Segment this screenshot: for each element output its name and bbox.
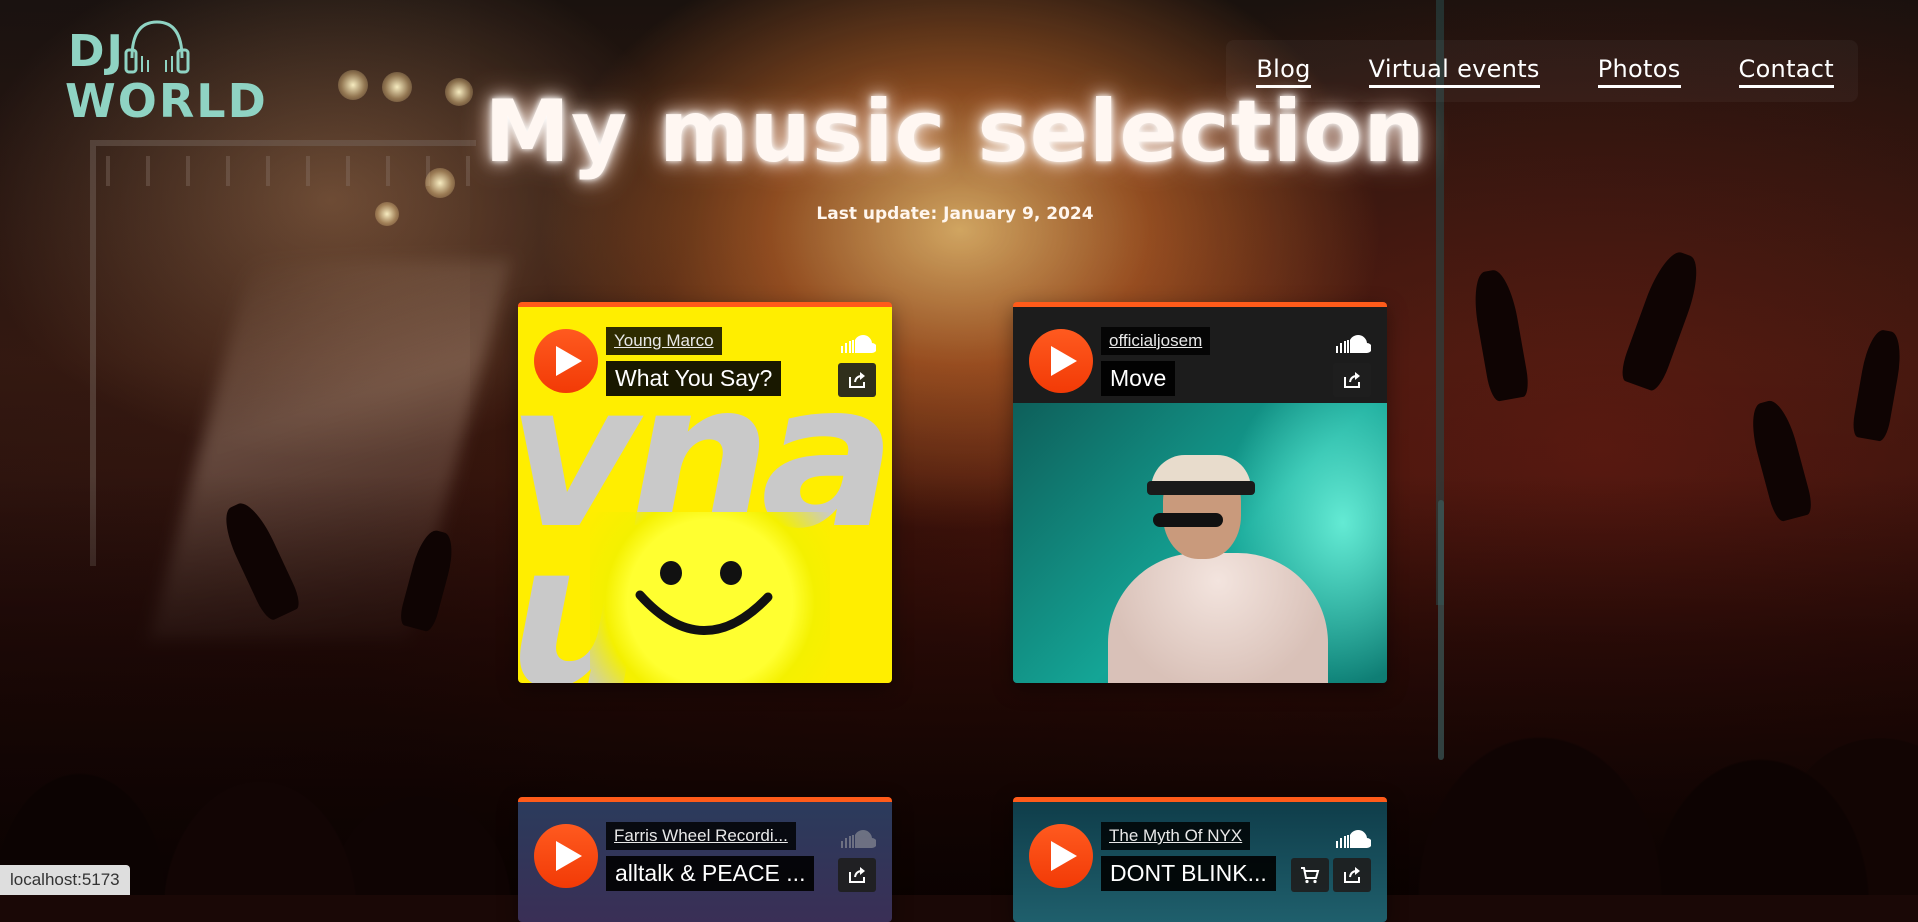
- status-bar-url: localhost:5173: [0, 865, 130, 895]
- share-button[interactable]: [1333, 858, 1371, 892]
- share-icon: [1344, 867, 1360, 883]
- play-icon: [556, 346, 582, 376]
- soundcloud-player-card: officialjosem Move: [1013, 302, 1387, 683]
- share-icon: [849, 867, 865, 883]
- play-button[interactable]: [534, 824, 598, 888]
- smiley-face-icon: [635, 561, 773, 635]
- share-icon: [1344, 372, 1360, 388]
- track-title[interactable]: What You Say?: [606, 361, 782, 396]
- page-title: My music selection: [484, 82, 1426, 182]
- artist-link[interactable]: officialjosem: [1101, 327, 1211, 355]
- soundcloud-icon[interactable]: [840, 335, 876, 355]
- soundcloud-icon[interactable]: [1335, 830, 1371, 850]
- player-header: Farris Wheel Recordi... alltalk & PEACE …: [518, 802, 892, 898]
- play-button[interactable]: [1029, 329, 1093, 393]
- last-update-text: Last update: January 9, 2024: [816, 204, 1094, 224]
- dj-figure-body: [1108, 553, 1328, 683]
- play-icon: [556, 841, 582, 871]
- cart-icon: [1301, 867, 1320, 884]
- track-title[interactable]: alltalk & PEACE ...: [606, 856, 815, 891]
- dj-world-logo[interactable]: DJ WORLD: [60, 14, 266, 128]
- dj-figure-headband: [1147, 481, 1255, 495]
- play-button[interactable]: [534, 329, 598, 393]
- logo-text-world: WORLD: [65, 74, 268, 128]
- player-header: Young Marco What You Say?: [518, 307, 892, 403]
- dj-figure-sunglasses: [1153, 513, 1223, 527]
- headphones-icon: [124, 20, 190, 74]
- play-button[interactable]: [1029, 824, 1093, 888]
- nav-link-photos[interactable]: Photos: [1597, 55, 1681, 88]
- buy-button[interactable]: [1291, 858, 1329, 892]
- stage-light: [445, 78, 473, 106]
- player-header: officialjosem Move: [1013, 307, 1387, 403]
- artist-link[interactable]: Young Marco: [606, 327, 722, 355]
- stage-light: [425, 168, 455, 198]
- soundcloud-player-card: vnaul Young Marco What You Say?: [518, 302, 892, 683]
- player-header: The Myth Of NYX DONT BLINK...: [1013, 802, 1387, 898]
- share-button[interactable]: [838, 363, 876, 397]
- play-icon: [1051, 346, 1077, 376]
- soundcloud-player-card: Farris Wheel Recordi... alltalk & PEACE …: [518, 797, 892, 922]
- scrollbar-thumb[interactable]: [1438, 500, 1444, 760]
- stage-light: [382, 72, 412, 102]
- cover-art-photo: [1013, 403, 1387, 683]
- crowd-silhouette: [0, 475, 1918, 895]
- track-title[interactable]: DONT BLINK...: [1101, 856, 1276, 891]
- artist-link[interactable]: The Myth Of NYX: [1101, 822, 1251, 850]
- stage-light: [338, 70, 368, 100]
- nav-link-contact[interactable]: Contact: [1738, 55, 1834, 88]
- stage-light: [375, 202, 399, 226]
- share-icon: [849, 372, 865, 388]
- play-icon: [1051, 841, 1077, 871]
- share-button[interactable]: [1333, 363, 1371, 397]
- soundcloud-icon[interactable]: [1335, 335, 1371, 355]
- track-title[interactable]: Move: [1101, 361, 1176, 396]
- logo-text-dj: DJ: [68, 26, 125, 77]
- soundcloud-icon[interactable]: [840, 830, 876, 850]
- share-button[interactable]: [838, 858, 876, 892]
- soundcloud-player-card: The Myth Of NYX DONT BLINK...: [1013, 797, 1387, 922]
- artist-link[interactable]: Farris Wheel Recordi...: [606, 822, 796, 850]
